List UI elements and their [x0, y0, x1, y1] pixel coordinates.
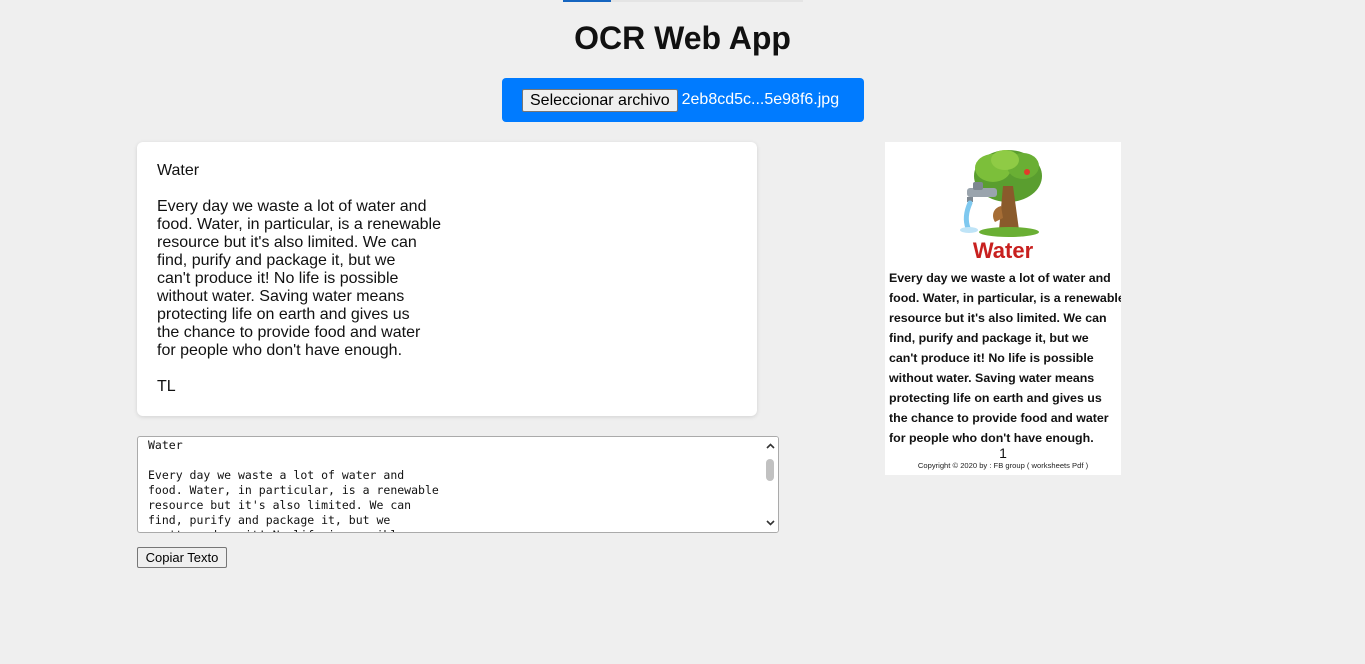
scroll-down-icon[interactable]	[762, 516, 778, 530]
selected-file-name: 2eb8cd5c...5e98f6.jpg	[681, 91, 840, 108]
preview-page-number: 1	[999, 445, 1007, 461]
active-tab-indicator	[563, 0, 611, 2]
preview-body-text: Every day we waste a lot of water and fo…	[889, 271, 1121, 445]
preview-copyright: Copyright © 2020 by : FB group ( workshe…	[917, 461, 1089, 470]
top-tab-strip	[563, 0, 803, 2]
select-file-button[interactable]: Seleccionar archivo	[522, 88, 678, 112]
upload-panel: Seleccionar archivo 2eb8cd5c...5e98f6.jp…	[502, 78, 864, 122]
ocr-text-area-value[interactable]: Water Every day we waste a lot of water …	[138, 437, 778, 532]
scroll-thumb[interactable]	[766, 459, 774, 481]
tree-faucet-illustration	[960, 150, 1042, 237]
ocr-text-area[interactable]: Water Every day we waste a lot of water …	[137, 436, 779, 533]
page-title: OCR Web App	[574, 20, 791, 56]
scroll-up-icon[interactable]	[762, 439, 778, 453]
ocr-result-card: Water Every day we waste a lot of water …	[137, 142, 757, 416]
copy-text-button[interactable]: Copiar Texto	[137, 547, 227, 568]
preview-heading: Water	[972, 238, 1034, 263]
textarea-scrollbar[interactable]	[762, 437, 778, 532]
uploaded-image-preview: Water Every day we waste a lot of water …	[885, 142, 1121, 475]
